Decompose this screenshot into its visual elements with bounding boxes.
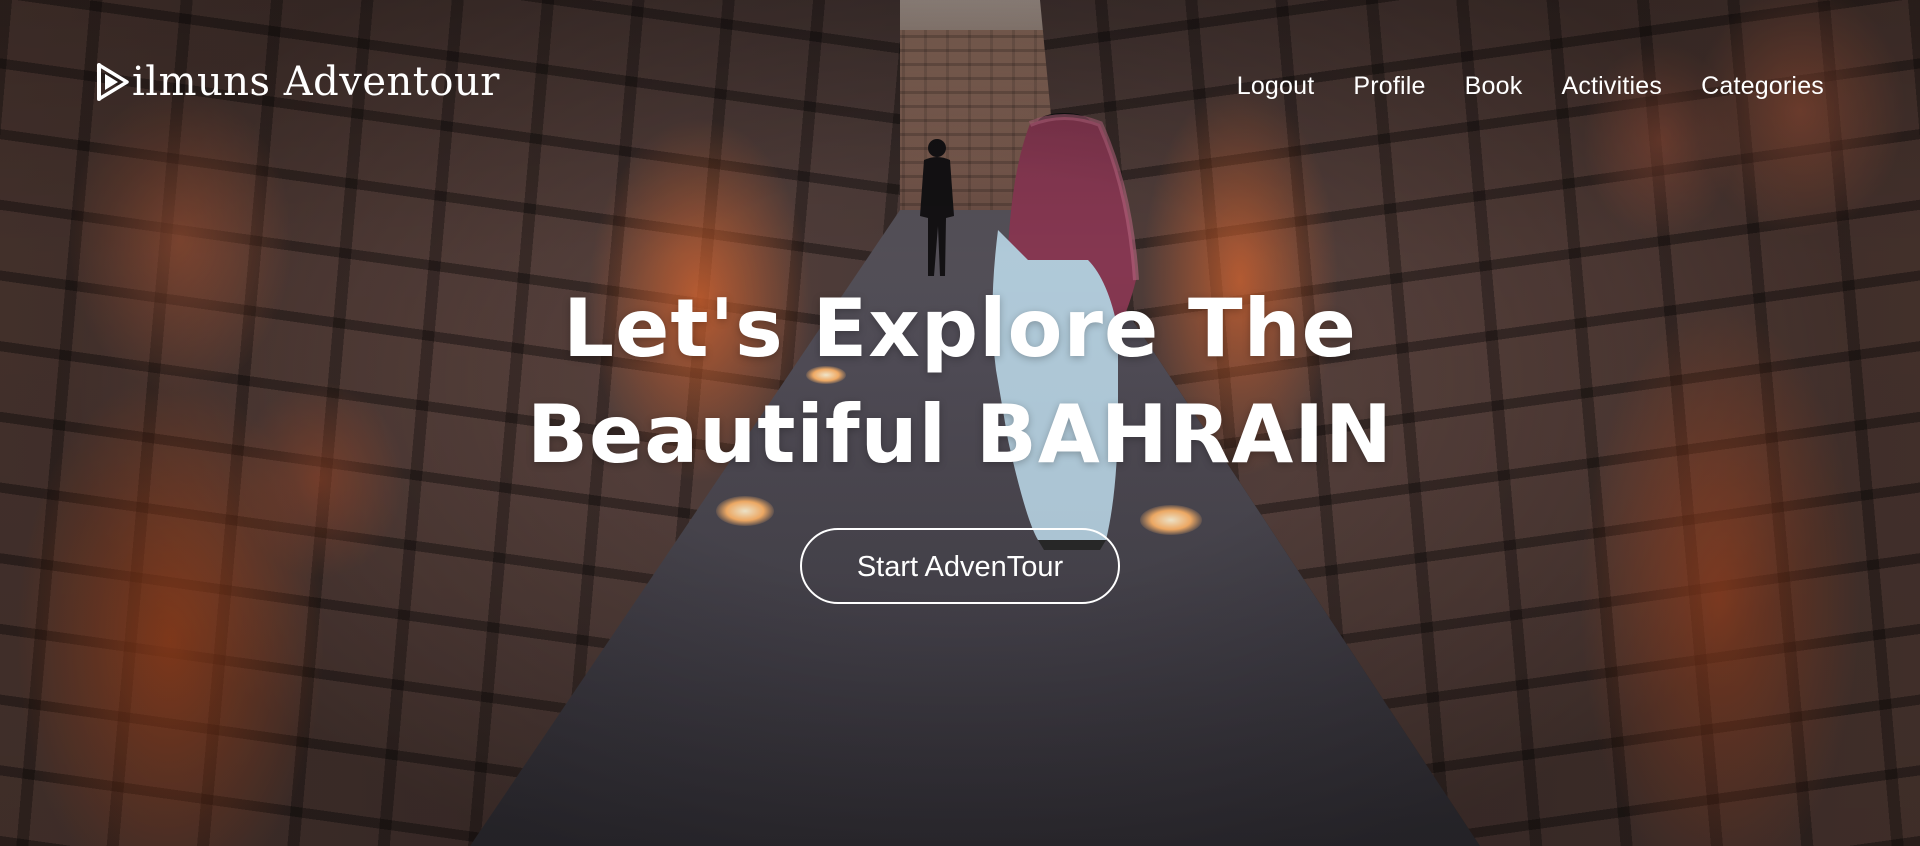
nav-link-book[interactable]: Book xyxy=(1465,72,1523,100)
start-adventour-button[interactable]: Start AdvenTour xyxy=(800,528,1120,604)
nav-item-categories: Categories xyxy=(1701,72,1824,101)
play-triangle-d-icon xyxy=(97,63,129,101)
nav-link-categories[interactable]: Categories xyxy=(1701,72,1824,100)
hero-content: Let's Explore The Beautiful BAHRAIN Star… xyxy=(0,276,1920,604)
nav-menu: Logout Profile Book Activities Categorie… xyxy=(1237,72,1824,101)
hero-title: Let's Explore The Beautiful BAHRAIN xyxy=(0,276,1920,488)
top-navbar: ilmuns Adventour Logout Profile Book Act… xyxy=(0,0,1920,180)
hero-title-line-2: Beautiful BAHRAIN xyxy=(527,388,1393,481)
brand-logo-link[interactable]: ilmuns Adventour xyxy=(96,62,500,102)
nav-item-logout: Logout xyxy=(1237,72,1315,101)
brand-name: ilmuns Adventour xyxy=(132,59,500,105)
nav-link-profile[interactable]: Profile xyxy=(1353,72,1425,100)
nav-item-book: Book xyxy=(1465,72,1523,101)
hero-section: ilmuns Adventour Logout Profile Book Act… xyxy=(0,0,1920,846)
nav-item-profile: Profile xyxy=(1353,72,1425,101)
nav-link-activities[interactable]: Activities xyxy=(1561,72,1662,100)
hero-title-line-1: Let's Explore The xyxy=(563,282,1357,375)
nav-link-logout[interactable]: Logout xyxy=(1237,72,1315,100)
nav-item-activities: Activities xyxy=(1561,72,1662,101)
